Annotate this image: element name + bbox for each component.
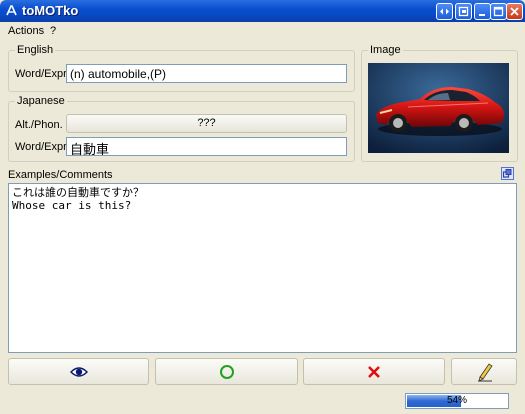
- examples-label: Examples/Comments: [8, 169, 113, 181]
- minimize-icon: [479, 14, 485, 16]
- image-group-label: Image: [368, 44, 403, 56]
- close-icon: [510, 7, 519, 16]
- cross-icon: [368, 366, 380, 378]
- menu-bar: Actions ?: [0, 22, 525, 40]
- arrows-icon: [440, 8, 449, 15]
- menu-help[interactable]: ?: [50, 25, 56, 37]
- japanese-word-field[interactable]: 自動車: [66, 137, 347, 156]
- window-mode-button[interactable]: [455, 3, 472, 20]
- japanese-phon-label: Alt./Phon.: [15, 119, 63, 131]
- wrong-button[interactable]: [303, 358, 445, 385]
- reveal-button[interactable]: [8, 358, 149, 385]
- edit-button[interactable]: [451, 358, 517, 385]
- minimize-button[interactable]: [474, 3, 491, 20]
- app-icon: [6, 5, 17, 16]
- menu-actions[interactable]: Actions: [8, 25, 44, 37]
- close-button[interactable]: [506, 3, 523, 20]
- title-bar[interactable]: toMOTko: [0, 0, 525, 22]
- circle-icon: [220, 365, 234, 379]
- japanese-word-label: Word/Expr.: [15, 141, 70, 153]
- pencil-icon: [478, 363, 493, 382]
- window-icon: [458, 6, 469, 17]
- progress-bar: 54%: [405, 393, 509, 409]
- english-word-label: Word/Expr.: [15, 68, 70, 80]
- phonetic-reveal-button[interactable]: ???: [66, 114, 347, 133]
- eye-icon: [70, 367, 88, 377]
- window-title: toMOTko: [22, 3, 79, 18]
- english-word-field[interactable]: (n) automobile,(P): [66, 64, 347, 83]
- expand-button[interactable]: [501, 167, 514, 180]
- lang-switch-button[interactable]: [436, 3, 453, 20]
- examples-textarea[interactable]: これは誰の自動車ですか？ Whose car is this?: [8, 183, 517, 353]
- expand-icon: [502, 169, 512, 178]
- maximize-icon: [493, 6, 504, 17]
- maximize-button[interactable]: [490, 3, 507, 20]
- japanese-group-label: Japanese: [15, 95, 67, 107]
- example-line-english: Whose car is this?: [12, 199, 132, 212]
- english-group-label: English: [15, 44, 56, 56]
- example-line-japanese: これは誰の自動車ですか？: [12, 186, 144, 199]
- progress-label: 54%: [446, 395, 467, 406]
- car-image: [368, 63, 509, 153]
- app-window: toMOTko Actions ? English Word/Expr. (n)…: [0, 0, 525, 414]
- correct-button[interactable]: [155, 358, 298, 385]
